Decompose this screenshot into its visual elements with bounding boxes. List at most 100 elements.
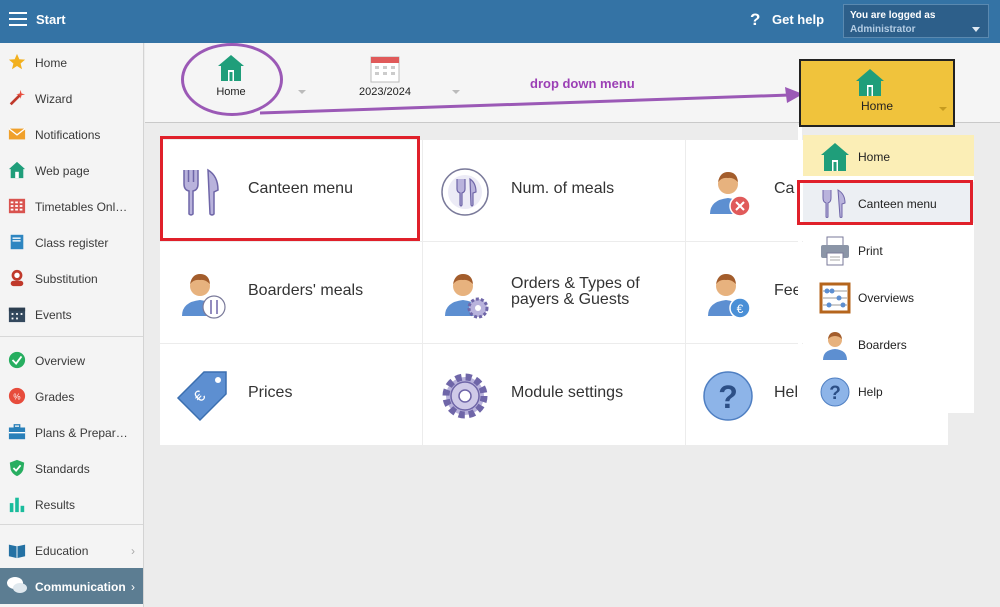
chevron-right-icon: › [131, 580, 135, 594]
bar-chart-icon [9, 497, 25, 513]
house-icon [856, 69, 884, 96]
sidebar-item-wizard[interactable]: Wizard [0, 82, 143, 112]
hamburger-menu-icon[interactable] [9, 12, 27, 27]
chevron-down-icon [972, 27, 980, 32]
sidebar-item-substitution[interactable]: Substitution [0, 262, 143, 292]
menu-item-home[interactable]: Home [803, 135, 974, 176]
sidebar-item-plans[interactable]: Plans & Prepar… [0, 416, 143, 446]
person-euro-icon: € [708, 274, 751, 319]
menu-item-label: Home [858, 150, 891, 164]
svg-text:€: € [737, 302, 744, 316]
sidebar-item-notifications[interactable]: Notifications [0, 118, 143, 148]
sidebar-item-label: Results [35, 498, 76, 512]
sidebar-item-home[interactable]: Home [0, 46, 143, 76]
shield-icon [9, 459, 25, 477]
person-icon [823, 332, 847, 360]
annotation-arrow [259, 87, 803, 115]
sidebar-divider [0, 336, 143, 337]
house-icon [8, 161, 26, 179]
calendar-icon [8, 307, 26, 323]
sidebar-item-label: Overview [35, 354, 86, 368]
menu-item-print[interactable]: Print [803, 229, 974, 270]
tile-label: Prices [248, 384, 293, 401]
sidebar-item-timetables[interactable]: Timetables Onl… [0, 190, 143, 220]
person-gear-icon [445, 274, 489, 319]
svg-text:?: ? [718, 379, 738, 415]
sidebar-item-web-page[interactable]: Web page [0, 154, 143, 184]
sidebar-item-label: Web page [35, 164, 90, 178]
sidebar: Home Wizard Notifications Web page Timet… [0, 43, 144, 607]
sidebar-item-overview[interactable]: Overview [0, 344, 143, 374]
tile-boarders-meals[interactable]: Boarders' meals [160, 242, 422, 343]
top-bar: Start ? Get help You are logged as Admin… [0, 0, 1000, 43]
person-cancel-icon [710, 172, 751, 217]
home-dropdown-button[interactable]: Home [799, 59, 955, 127]
tile-label: Module settings [511, 384, 624, 401]
tile-prices[interactable]: € Prices [160, 344, 422, 445]
sidebar-item-label: Grades [35, 390, 75, 404]
help-circle-icon: ? [820, 377, 850, 407]
dropdown-button-label: Home [860, 99, 893, 113]
start-label[interactable]: Start [36, 12, 66, 27]
tile-label: Ca [774, 180, 795, 197]
sidebar-item-label: Standards [35, 462, 90, 476]
svg-text:?: ? [829, 383, 841, 404]
tile-orders-types[interactable]: Orders & Types of payers & Guests [423, 242, 685, 343]
sidebar-item-label: Communication [35, 580, 126, 594]
printer-icon [821, 236, 849, 266]
menu-item-overviews[interactable]: Overviews [803, 276, 974, 317]
menu-item-boarders[interactable]: Boarders [803, 323, 974, 364]
grades-icon: % [8, 387, 26, 405]
get-help-link[interactable]: Get help [772, 12, 824, 27]
sidebar-item-results[interactable]: Results [0, 488, 143, 518]
sidebar-item-class-register[interactable]: Class register [0, 226, 143, 256]
tile-module-settings[interactable]: Module settings [423, 344, 685, 445]
sidebar-item-label: Notifications [35, 128, 101, 142]
help-question-icon[interactable]: ? [750, 10, 760, 30]
plate-icon [441, 168, 489, 216]
sidebar-item-label: Education [35, 544, 89, 558]
sidebar-item-label: Timetables Onl… [35, 200, 128, 214]
gear-icon [442, 373, 488, 419]
chat-icon [7, 577, 27, 593]
timetable-icon [8, 198, 26, 214]
open-book-icon [8, 544, 26, 559]
svg-text:%: % [13, 393, 20, 402]
wand-icon [9, 89, 26, 106]
user-login-dropdown[interactable]: You are logged as Administrator [843, 4, 989, 38]
help-circle-icon: ? [703, 371, 753, 421]
tile-label: Boarders' meals [248, 282, 364, 299]
chevron-right-icon: › [131, 544, 135, 558]
dropdown-menu: Home Canteen menu Print Overviews Boarde… [803, 135, 974, 413]
sidebar-item-events[interactable]: Events [0, 298, 143, 328]
login-caption: You are logged as [850, 10, 936, 21]
check-circle-icon [8, 351, 26, 369]
sidebar-item-standards[interactable]: Standards [0, 452, 143, 482]
menu-item-label: Help [858, 385, 883, 399]
house-icon [821, 143, 849, 171]
sidebar-item-grades[interactable]: % Grades [0, 380, 143, 410]
sidebar-item-communication[interactable]: Communication › [0, 568, 143, 604]
menu-item-label: Boarders [858, 338, 907, 352]
person-icon [10, 269, 24, 287]
highlight-box [160, 136, 420, 241]
boarder-meal-icon [182, 274, 226, 319]
sidebar-item-education[interactable]: Education › [0, 534, 143, 564]
chevron-down-icon [939, 107, 947, 111]
tile-num-of-meals[interactable]: Num. of meals [423, 140, 685, 241]
price-tag-icon: € [176, 371, 227, 422]
menu-item-help[interactable]: ? Help [803, 370, 974, 411]
sidebar-item-label: Home [35, 56, 68, 70]
book-icon [10, 234, 24, 250]
menu-item-label: Print [858, 244, 883, 258]
sidebar-item-label: Class register [35, 236, 109, 250]
tile-label: Num. of meals [511, 180, 615, 197]
sidebar-item-label: Events [35, 308, 72, 322]
tile-label: Hel [774, 384, 799, 401]
tile-label: Orders & Types of payers & Guests [511, 275, 640, 308]
login-username: Administrator [850, 24, 916, 35]
menu-item-label: Overviews [858, 291, 915, 305]
briefcase-icon [8, 424, 26, 440]
dropdown-shadow [798, 125, 802, 415]
sidebar-item-label: Wizard [35, 92, 73, 106]
